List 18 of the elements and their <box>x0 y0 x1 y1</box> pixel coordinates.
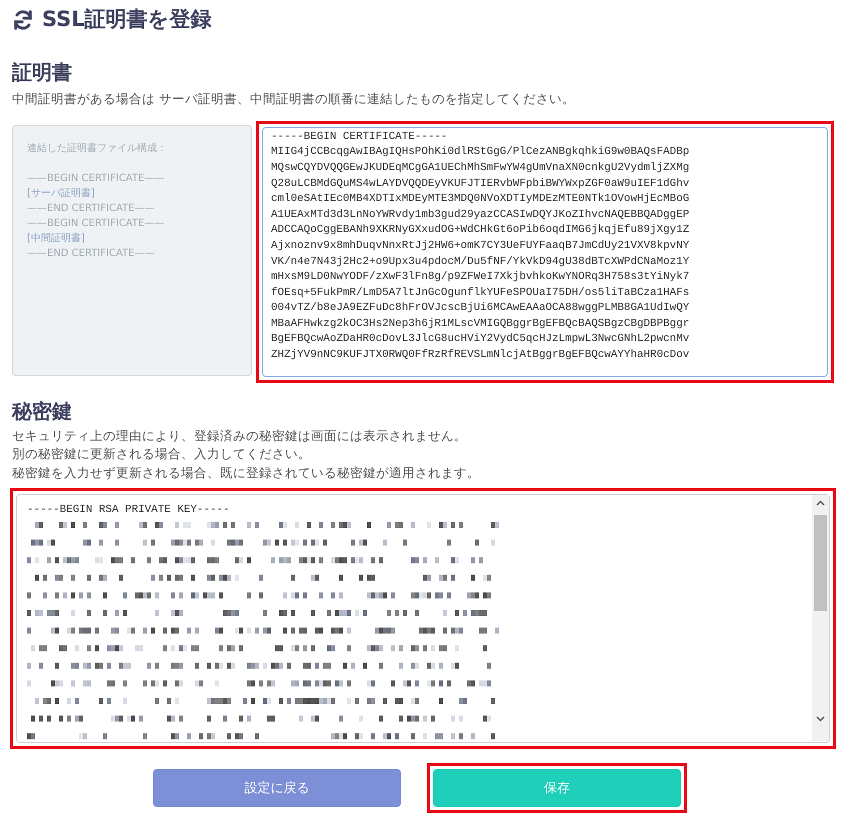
security-note: 別の秘密鍵に更新される場合、入力してください。 <box>12 445 312 464</box>
private-key-field[interactable]: -----BEGIN RSA PRIVATE KEY----- <box>16 494 830 744</box>
hint-line: ——END CERTIFICATE—— <box>27 202 156 216</box>
hint-line: [サーバ証明書] <box>27 186 96 201</box>
hint-line: ——END CERTIFICATE—— <box>27 246 156 261</box>
hint-caption: 連結した証明書ファイル構成： <box>27 142 168 156</box>
certificate-field[interactable]: -----BEGIN CERTIFICATE----- MIIG4jCCBcqgAwIBAgIQHsPOhKi0dlRStGgG/PlCezANBgkqhkiG9w0BAQsFADBp MQswCQYDVQQGEwJKUDEqMCgGA1UEChMhSmFwYW4gUmVnaXN0cnkgU2VydmljZXMg Q28uLCBMdGQuMS4wLAYDVQQDEyVKUFJTIERvbWFpbiBWYWxpZGF0aW9uIEF1dGhv cml0eSAtIEc0MB4XDTIxMDEyMTE3MDQ0NVoXDTIyMDEzMTE0NTk1OVowHjEcMBoG A1UEAxMTd3d3LnNoYWRvdy1mb3gud29yazCCASIwDQYJKoZIhvcNAQEBBQADggEP ADCCAQoCggEBANh9XKRNyGXxudOG+WdCHkGt6oPib6oqdIMG6jkqjEfu89jXgy1Z Ajxnoznv9x8mhDuqvNnxRtJj2HW6+omK7CY3UeFUYFaaqB7JmCdUy21VXV8kpvNY VK/n4e7N43j2Hc2+o9Upx3u4pdocM/Du5fNF/YkVkD94gU38dBTcXWPdCNaMoz1Y mHxsM9LD0NwYODF/zXwF3lFn8g/p9ZFWeI7XkjbvhkoKwYNORq3H758s3tYiNyk7 fOEsq+5FukPmR/LmD5A7ltJnGcOgunflkYUFeSPOUaI75DH/os5liTaBCza1HAFs 004vTZ/b8eJA9EZFuDc8hFrOVJcscBjUi6MCAwEAAaOCA88wggPLMB8GA1UdIwQY MBaAFHwkzg2kOC3Hs2Nep3h6jR1MLscVMIGQBggrBgEFBQcBAQSBgzCBgDBPBggr BgEFBQcwAoZDaHR0cDovL3JlcG8ucHViY2VydC5qcHJzLmpwL3NwcGNhL2pwcnMv ZHZjYV9nNC9KUFJTX0RWQ0FfRzRfREVSLmNlcjAtBggrBgEFBQcwAYYhaHR0cDov <box>262 126 828 377</box>
private-key-text: -----BEGIN RSA PRIVATE KEY----- <box>27 503 231 518</box>
security-note: 秘密鍵を入力せず更新される場合、既に登録されている秘密鍵が適用されます。 <box>12 464 481 482</box>
section-heading: 証明書 <box>12 59 73 86</box>
refresh-icon <box>12 9 34 31</box>
section-heading: 秘密鍵 <box>12 398 73 425</box>
hint-line: ——BEGIN CERTIFICATE—— <box>27 172 166 186</box>
hint-line: ——BEGIN CERTIFICATE—— <box>27 216 166 231</box>
security-note: セキュリティ上の理由により、登録済みの秘密鍵は画面には表示されません。 <box>12 426 468 445</box>
hint-line: [中間証明書] <box>27 232 86 246</box>
page-title: SSL証明書を登録 <box>42 6 212 34</box>
section-description: 中間証明書がある場合は サーバ証明書、中間証明書の順番に連結したものを指定してください。 <box>12 90 576 108</box>
